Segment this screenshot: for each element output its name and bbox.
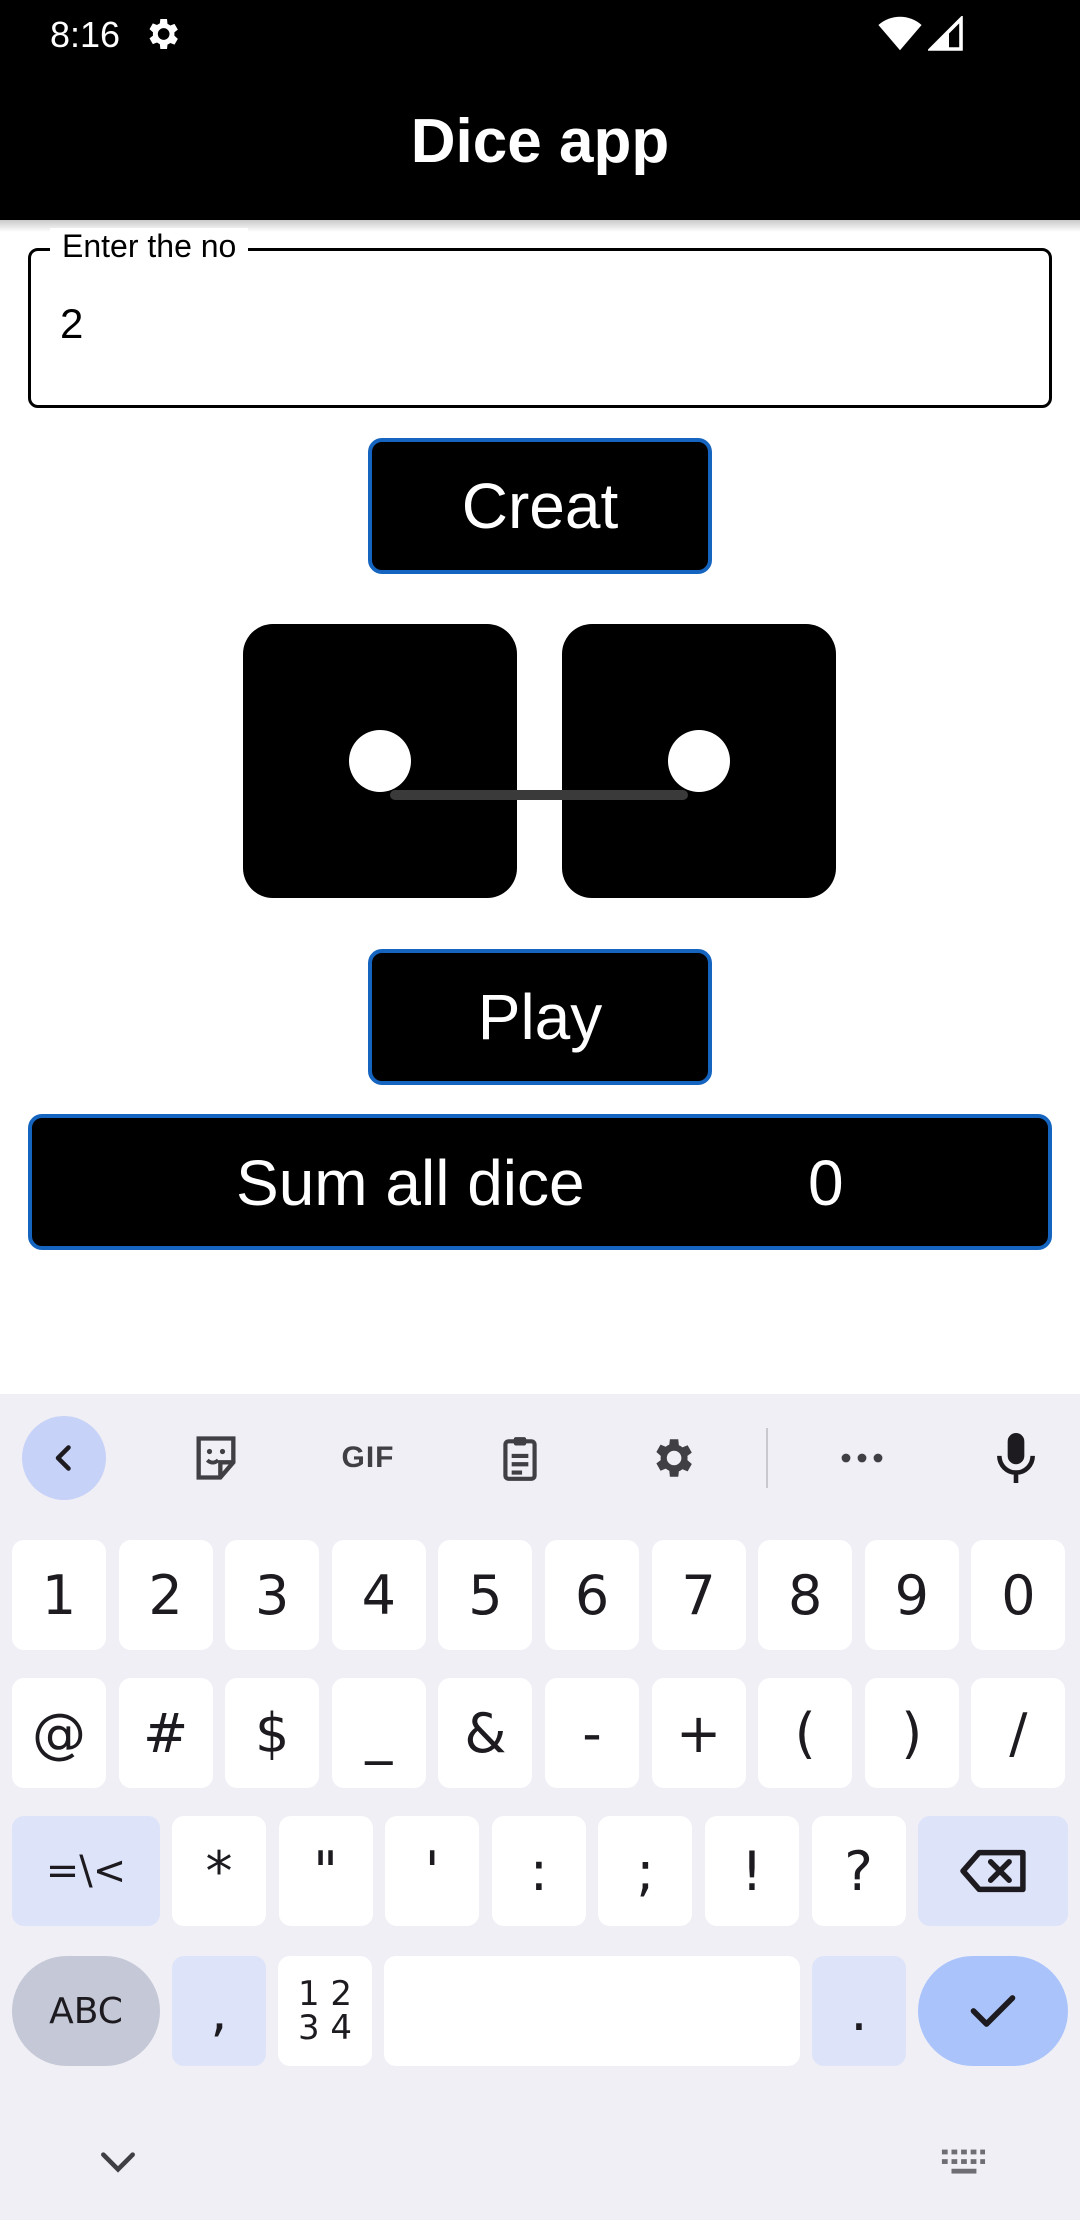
key-symbol[interactable]: ( <box>758 1678 853 1788</box>
key-symbol[interactable]: ; <box>598 1816 693 1926</box>
key-symbol[interactable]: - <box>545 1678 639 1788</box>
gif-button[interactable]: GIF <box>326 1416 410 1500</box>
key-1[interactable]: 2 <box>118 1540 213 1650</box>
key-symbol[interactable]: * <box>172 1816 266 1926</box>
toolbar-divider <box>766 1428 768 1488</box>
mic-icon <box>997 1433 1035 1483</box>
gear-icon <box>149 19 178 49</box>
key-0[interactable]: 1 <box>12 1540 106 1650</box>
done-key[interactable] <box>918 1956 1068 2066</box>
keyboard-settings-button[interactable] <box>630 1416 714 1500</box>
die-pip <box>668 730 730 792</box>
numpad-key[interactable]: 1 23 4 <box>278 1956 372 2066</box>
die-2 <box>562 624 836 898</box>
home-indicator[interactable] <box>390 790 688 800</box>
key-symbol[interactable]: # <box>118 1678 213 1788</box>
die-pip <box>349 730 411 792</box>
app-top-bar: 8:16 Dice app <box>0 0 1080 220</box>
more-icon <box>841 1453 883 1463</box>
period-key[interactable]: . <box>812 1956 906 2066</box>
keyboard-switch-icon[interactable] <box>940 2146 986 2180</box>
key-symbol[interactable]: ) <box>864 1678 959 1788</box>
key-4[interactable]: 5 <box>438 1540 533 1650</box>
comma-key[interactable]: , <box>172 1956 266 2066</box>
check-icon <box>970 1995 1016 2027</box>
sticker-button[interactable] <box>174 1416 258 1500</box>
soft-keyboard: GIF 1 2 3 4 5 6 7 8 9 0 @ # $ _ & - +() / =\< * " ':;!? ABC, 1 … <box>0 1394 1080 2220</box>
numpad-key-top: 1 2 <box>297 1974 353 2014</box>
key-symbol[interactable]: $ <box>225 1678 320 1788</box>
more-symbols-key[interactable]: =\< <box>12 1816 160 1926</box>
gear-icon <box>656 1439 692 1477</box>
abc-key[interactable]: ABC <box>12 1956 160 2066</box>
chevron-down-icon[interactable] <box>96 2144 140 2180</box>
key-5[interactable]: 6 <box>545 1540 639 1650</box>
sum-label: Sum all dice <box>236 1147 585 1219</box>
key-symbol[interactable]: + <box>651 1678 746 1788</box>
sum-value: 0 <box>808 1147 844 1219</box>
key-symbol[interactable]: " <box>278 1816 373 1926</box>
key-9[interactable]: 0 <box>971 1540 1066 1650</box>
create-button-label: Creat <box>461 470 619 542</box>
keyboard-nav-row <box>0 2100 1080 2220</box>
wifi-icon <box>878 16 922 51</box>
keyboard-toolbar: GIF <box>0 1394 1080 1524</box>
sum-all-dice-bar[interactable]: Sum all dice 0 <box>28 1114 1052 1250</box>
play-button[interactable]: Play <box>368 949 712 1085</box>
backspace-icon <box>960 1849 1026 1893</box>
voice-input-button[interactable] <box>974 1416 1058 1500</box>
play-button-label: Play <box>477 981 603 1053</box>
key-symbol[interactable]: & <box>438 1678 533 1788</box>
key-symbol[interactable]: / <box>971 1678 1066 1788</box>
numpad-key-bottom: 3 4 <box>297 2008 353 2048</box>
key-symbol[interactable]: : <box>491 1816 586 1926</box>
key-7[interactable]: 8 <box>758 1540 853 1650</box>
space-key[interactable] <box>384 1956 800 2066</box>
key-2[interactable]: 3 <box>225 1540 320 1650</box>
key-symbol[interactable]: _ <box>331 1678 426 1788</box>
create-button[interactable]: Creat <box>368 438 712 574</box>
number-input[interactable] <box>60 300 960 348</box>
clipboard-icon <box>503 1437 537 1481</box>
key-symbol[interactable]: ! <box>705 1816 799 1926</box>
signal-icon <box>928 16 963 51</box>
more-button[interactable] <box>820 1416 904 1500</box>
backspace-key[interactable] <box>918 1816 1068 1926</box>
chevron-left-icon <box>55 1445 71 1471</box>
key-symbol[interactable]: ? <box>811 1816 906 1926</box>
page-title: Dice app <box>410 107 670 176</box>
die-1 <box>243 624 517 898</box>
key-3[interactable]: 4 <box>331 1540 426 1650</box>
clipboard-button[interactable] <box>478 1416 562 1500</box>
key-6[interactable]: 7 <box>651 1540 746 1650</box>
key-symbol[interactable]: @ <box>12 1678 106 1788</box>
keyboard-back-button[interactable] <box>22 1416 106 1500</box>
status-time: 8:16 <box>50 14 121 55</box>
key-symbol[interactable]: ' <box>385 1816 480 1926</box>
key-8[interactable]: 9 <box>864 1540 959 1650</box>
sticker-icon <box>196 1436 236 1480</box>
number-input-label: Enter the no <box>50 228 249 265</box>
